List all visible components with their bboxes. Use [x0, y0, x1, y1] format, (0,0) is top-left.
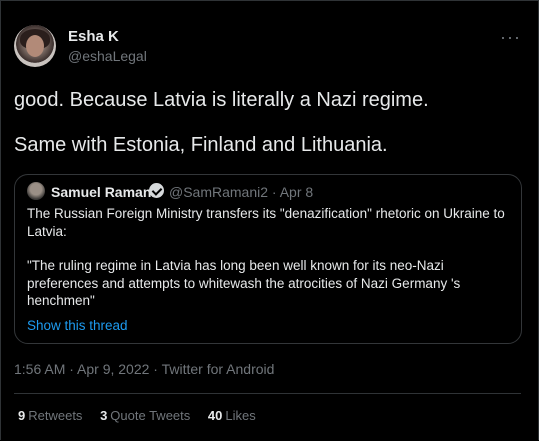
quoted-tweet-body: The Russian Foreign Ministry transfers i…	[27, 205, 517, 310]
author-avatar[interactable]	[14, 25, 56, 67]
author-handle[interactable]: @eshaLegal	[68, 48, 147, 64]
avatar-face	[26, 35, 44, 57]
show-thread-link[interactable]: Show this thread	[27, 318, 128, 333]
quote-tweets-stat[interactable]: 3 Quote Tweets	[100, 408, 190, 423]
quoted-author-name: Samuel Ramani	[51, 184, 156, 200]
retweets-label: Retweets	[28, 408, 83, 423]
quoted-line-2: Latvia:	[27, 223, 67, 239]
quote-tweets-count: 3	[100, 408, 108, 423]
retweets-stat[interactable]: 9 Retweets	[18, 408, 82, 423]
engagement-stats: 9 Retweets 3 Quote Tweets 40 Likes	[18, 408, 270, 423]
quoted-handle-date: @SamRamani2 · Apr 8	[169, 184, 314, 200]
divider	[14, 393, 521, 394]
quoted-line-3: "The ruling regime in Latvia has long be…	[27, 258, 444, 273]
likes-label: Likes	[225, 408, 256, 423]
quoted-tweet[interactable]: Samuel Ramani @SamRamani2 · Apr 8 The Ru…	[14, 174, 522, 344]
tweet-text-line-1: good. Because Latvia is literally a Nazi…	[14, 89, 429, 111]
author-name[interactable]: Esha K	[68, 28, 119, 45]
likes-count: 40	[207, 408, 223, 423]
retweets-count: 9	[18, 408, 26, 423]
likes-stat[interactable]: 40 Likes	[208, 408, 256, 423]
tweet-text-line-2: Same with Estonia, Finland and Lithuania…	[14, 134, 388, 156]
quoted-author-avatar	[27, 182, 45, 200]
more-horizontal-icon[interactable]: ···	[500, 27, 521, 48]
verified-badge-icon	[149, 183, 164, 198]
quoted-line-1: The Russian Foreign Ministry transfers i…	[27, 206, 505, 221]
quoted-line-5: henchmen"	[27, 293, 95, 308]
tweet-timestamp[interactable]: 1:56 AM · Apr 9, 2022 · Twitter for Andr…	[14, 361, 274, 377]
quoted-line-4: preferences and attempts to whitewash th…	[27, 275, 461, 291]
quote-tweets-label: Quote Tweets	[110, 408, 191, 423]
